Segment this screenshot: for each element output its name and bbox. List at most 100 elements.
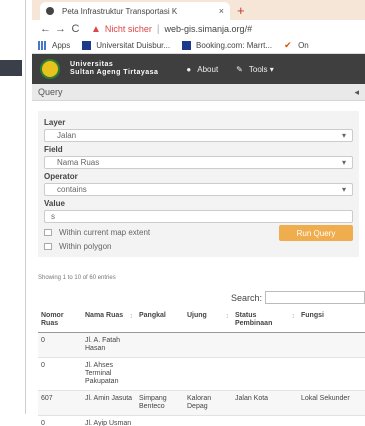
wrench-icon: ✎ <box>236 64 243 74</box>
cell-pangkal <box>136 332 184 358</box>
address-bar: ← → C ▲ Nicht sicher | web-gis.simanja.o… <box>32 20 365 38</box>
cell-ujung <box>184 357 232 391</box>
warning-icon[interactable]: ▲ <box>91 24 101 35</box>
cell-fungsi <box>298 415 365 426</box>
table-row[interactable]: 0 Jl. Ahses Terminal Pakupatan <box>38 357 365 391</box>
value-input[interactable]: s <box>44 210 353 223</box>
chevron-down-icon: ▾ <box>341 185 346 194</box>
url-separator: | <box>156 23 160 35</box>
collapse-panel-icon[interactable]: ◂ <box>354 87 359 98</box>
bookmark-booking[interactable]: Booking.com: Marrt... <box>182 41 272 50</box>
entries-info: Showing 1 to 10 of 60 entries <box>38 275 116 281</box>
close-tab-icon[interactable]: × <box>219 6 224 16</box>
bookmark-label: Universitat Duisbur... <box>96 41 171 50</box>
sort-icon: ↕ <box>129 313 134 320</box>
chevron-down-icon: ▾ <box>341 131 346 140</box>
reload-icon[interactable]: C <box>68 23 83 35</box>
within-polygon-option[interactable]: Within polygon <box>44 241 353 251</box>
cell-pangkal <box>136 415 184 426</box>
sort-icon: ↕ <box>225 313 230 320</box>
cell-status <box>232 357 298 391</box>
new-tab-icon[interactable]: + <box>237 3 245 18</box>
table-row[interactable]: 0 Jl. A. Fatah Hasan <box>38 332 365 358</box>
table-row[interactable]: 607 Jl. Amin Jasuta Simpang Benteco Kalo… <box>38 390 365 416</box>
layer-value: Jalan <box>57 131 77 140</box>
browser-tab[interactable]: Peta Infrastruktur Transportasi K × <box>40 2 230 20</box>
query-form: Layer Jalan ▾ Field Nama Ruas ▾ Operator… <box>38 111 359 257</box>
bookmark-universitat[interactable]: Universitat Duisbur... <box>82 41 170 50</box>
column-header[interactable]: Fungsi <box>298 310 365 333</box>
column-header[interactable]: Pangkal <box>136 310 184 333</box>
cell-nama: Jl. A. Fatah Hasan <box>82 332 136 358</box>
info-icon: ● <box>186 64 192 74</box>
forward-arrow-icon[interactable]: → <box>53 23 68 35</box>
nav-about-label: About <box>197 64 219 74</box>
window-divider <box>25 0 26 414</box>
bookmark-on[interactable]: ✔ On <box>284 41 309 51</box>
bookmark-label: Booking.com: Marrt... <box>196 41 273 50</box>
cell-status <box>232 332 298 358</box>
brand-line-2: Sultan Ageng Tirtayasa <box>70 69 159 76</box>
search-label: Search: <box>230 292 262 303</box>
cell-ujung: Kaloran Depag <box>184 390 232 416</box>
brand-text: Universitas Sultan Ageng Tirtayasa <box>70 61 158 77</box>
cell-fungsi <box>298 357 365 391</box>
nav-about[interactable]: ● About <box>186 65 218 74</box>
within-extent-checkbox[interactable] <box>44 228 52 236</box>
back-arrow-icon[interactable]: ← <box>38 23 53 35</box>
operator-select[interactable]: contains ▾ <box>44 183 353 196</box>
query-panel: Layer Jalan ▾ Field Nama Ruas ▾ Operator… <box>32 101 365 426</box>
cell-nama: Jl. Amin Jasuta <box>82 390 136 416</box>
bookmark-apps[interactable]: Apps <box>38 41 70 50</box>
university-logo <box>40 59 60 79</box>
field-value: Nama Ruas <box>57 158 100 167</box>
left-window-fragment <box>0 60 22 76</box>
column-header[interactable]: Ujung ↕ <box>184 310 232 333</box>
within-extent-label: Within current map extent <box>59 227 151 237</box>
field-select[interactable]: Nama Ruas ▾ <box>44 156 353 169</box>
cell-nomor: 0 <box>38 415 82 426</box>
cell-nama: Jl. Ahses Terminal Pakupatan <box>82 357 136 391</box>
url-text[interactable]: web-gis.simanja.org/# <box>165 24 253 34</box>
query-panel-header: Query ◂ <box>32 84 365 101</box>
query-title: Query <box>38 87 63 97</box>
cell-nomor: 607 <box>38 390 82 416</box>
not-secure-label[interactable]: Nicht sicher <box>105 24 152 34</box>
column-header[interactable]: Status Pembinaan ↕ <box>232 310 298 333</box>
app-header: Universitas Sultan Ageng Tirtayasa ● Abo… <box>32 54 365 84</box>
table-search: Search: <box>32 291 365 304</box>
cell-fungsi <box>298 332 365 358</box>
sort-icon: ↕ <box>291 313 296 320</box>
cell-nomor: 0 <box>38 332 82 358</box>
nav-tools[interactable]: ✎ Tools ▾ <box>236 65 274 74</box>
table-header-row: Nomor Ruas Nama Ruas ↕ Pangkal Ujung ↕ Sta… <box>38 310 365 333</box>
nav-tools-label: Tools ▾ <box>248 64 274 74</box>
column-header[interactable]: Nama Ruas ↕ <box>82 310 136 333</box>
column-header[interactable]: Nomor Ruas <box>38 310 82 333</box>
browser-window: Peta Infrastruktur Transportasi K × + ← … <box>32 0 365 426</box>
cell-ujung <box>184 415 232 426</box>
within-polygon-label: Within polygon <box>59 241 112 251</box>
cell-nama: Jl. Ayip Usman <box>82 415 136 426</box>
within-polygon-checkbox[interactable] <box>44 242 52 250</box>
bookmark-favicon-icon <box>82 41 92 50</box>
cell-ujung <box>184 332 232 358</box>
brand-line-1: Universitas <box>70 61 114 68</box>
cell-pangkal <box>136 357 184 391</box>
cell-fungsi: Lokal Sekunder <box>298 390 365 416</box>
table-row[interactable]: 0 Jl. Ayip Usman <box>38 415 365 426</box>
field-label: Field <box>44 145 63 154</box>
value-label: Value <box>44 199 65 208</box>
run-query-button[interactable]: Run Query <box>279 225 353 241</box>
bookmarks-bar: Apps Universitat Duisbur... Booking.com:… <box>32 38 365 54</box>
tab-bar: Peta Infrastruktur Transportasi K × + <box>32 0 365 20</box>
options-area: Within current map extent Within polygon… <box>44 225 353 251</box>
apps-grid-icon <box>38 41 47 50</box>
layer-select[interactable]: Jalan ▾ <box>44 129 353 142</box>
cell-nomor: 0 <box>38 357 82 391</box>
search-input[interactable] <box>265 291 365 304</box>
cell-status <box>232 415 298 426</box>
operator-value: contains <box>57 185 87 194</box>
operator-label: Operator <box>44 172 78 181</box>
cell-status: Jalan Kota <box>232 390 298 416</box>
